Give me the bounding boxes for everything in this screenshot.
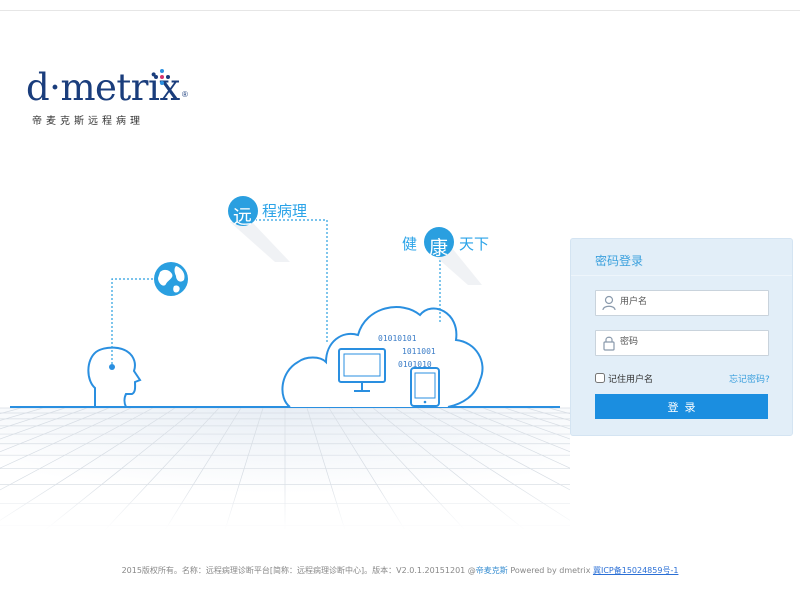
password-input[interactable] bbox=[620, 334, 760, 350]
tablet-icon bbox=[410, 367, 440, 407]
footer-powered: Powered by dmetrix bbox=[507, 566, 593, 575]
username-field[interactable] bbox=[595, 290, 769, 316]
head-profile-icon bbox=[87, 346, 142, 408]
password-field[interactable] bbox=[595, 330, 769, 356]
user-icon bbox=[602, 295, 616, 311]
globe-icon bbox=[154, 262, 188, 296]
logo-dots-icon bbox=[154, 69, 170, 85]
binary-line-2: 1011001 bbox=[402, 347, 436, 356]
remember-checkbox[interactable] bbox=[595, 373, 605, 383]
perspective-grid-floor bbox=[0, 407, 800, 531]
binary-line-1: 01010101 bbox=[378, 334, 417, 343]
username-input[interactable] bbox=[620, 294, 760, 310]
remember-label: 记住用户名 bbox=[608, 374, 654, 385]
bubble2-char: 康 bbox=[429, 237, 449, 259]
login-title: 密码登录 bbox=[595, 254, 644, 268]
logo-subtitle: 帝麦克斯远程病理 bbox=[32, 116, 144, 127]
forgot-password-link[interactable]: 忘记密码? bbox=[729, 372, 770, 385]
login-button[interactable]: 登录 bbox=[595, 394, 768, 419]
footer: 2015版权所有。名称：远程病理诊断平台[简称：远程病理诊断中心]。版本：V2.… bbox=[0, 565, 800, 576]
bubble1-text: 程病理 bbox=[262, 202, 308, 220]
lock-icon bbox=[603, 336, 615, 351]
login-panel: 密码登录 记住用户名 忘记密码? 登录 bbox=[570, 238, 793, 436]
dmetrix-logo: d·metrix ® 帝麦克斯远程病理 bbox=[26, 64, 188, 128]
top-bar bbox=[0, 0, 800, 11]
bubble2-text: 天下 bbox=[459, 235, 490, 253]
remember-username[interactable]: 记住用户名 bbox=[595, 371, 653, 385]
bubble1-char: 远 bbox=[233, 206, 253, 228]
footer-icp-link[interactable]: 冀ICP备15024859号-1 bbox=[593, 566, 678, 575]
cloud-pathology-illustration: 01010101 1011001 0101010 远 程病理 健 康 天下 bbox=[0, 180, 800, 531]
footer-copyright: 2015版权所有。名称：远程病理诊断平台[简称：远程病理诊断中心]。版本：V2.… bbox=[121, 566, 476, 575]
footer-brand: 帝麦克斯 bbox=[475, 566, 508, 575]
login-divider bbox=[571, 275, 792, 276]
logo-registered-mark: ® bbox=[182, 90, 188, 99]
bubble2-left-char: 健 bbox=[402, 235, 418, 253]
